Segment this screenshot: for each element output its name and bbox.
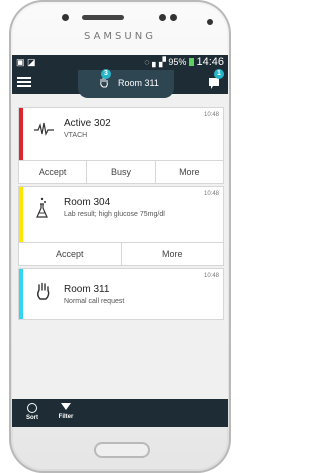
earpiece [82, 15, 124, 20]
filter-label: Filter [58, 414, 74, 420]
accept-button[interactable]: Accept [19, 243, 122, 265]
more-button[interactable]: More [122, 243, 224, 265]
priority-stripe [19, 187, 23, 242]
alert-subtitle: Lab result; high glucose 75mg/dl [64, 211, 165, 218]
clock-icon [27, 403, 37, 413]
battery-icon [188, 58, 194, 66]
brand-logo: SAMSUNG [84, 31, 156, 42]
filter-button[interactable]: Filter [54, 403, 78, 420]
priority-stripe [19, 269, 23, 319]
priority-stripe [19, 108, 23, 160]
status-bar: ▣ ◪ ◌ ▖▞ 95% 14:46 [12, 55, 228, 70]
wifi-icon: ◌ [144, 57, 150, 67]
busy-button[interactable]: Busy [87, 161, 156, 183]
alert-card-active-302[interactable]: 10:48 Active 302 VTACH Accept Busy More [18, 107, 224, 184]
sensor-icon [159, 14, 166, 21]
alert-actions: Accept More [19, 242, 223, 265]
accept-button[interactable]: Accept [19, 161, 88, 183]
signal-icon: ▖▞ [152, 57, 166, 67]
alert-time: 10:48 [203, 112, 219, 118]
alert-title: Active 302 [64, 118, 111, 129]
alert-actions: Accept Busy More [19, 160, 223, 183]
chat-badge: 1 [214, 69, 224, 79]
battery-percent: 95% [168, 57, 187, 67]
home-button[interactable] [94, 442, 150, 458]
more-button[interactable]: More [156, 161, 223, 183]
front-camera-icon [62, 14, 69, 21]
lab-flask-icon [34, 197, 50, 224]
alert-card-room-311[interactable]: 10:48 Room 311 Normal call request [18, 268, 224, 320]
tab-count-badge: 3 [101, 69, 111, 79]
hamburger-menu-icon[interactable] [17, 77, 31, 87]
alert-time: 10:48 [203, 191, 219, 197]
alert-title: Room 311 [64, 284, 110, 295]
clock: 14:46 [196, 56, 224, 68]
sensor-icon-2 [170, 14, 177, 21]
light-sensor-icon [207, 19, 213, 25]
current-room-tab[interactable]: Room 311 [78, 70, 174, 98]
status-icons-left: ▣ ◪ [16, 57, 36, 67]
alert-time: 10:48 [203, 273, 219, 279]
alert-title: Room 304 [64, 197, 111, 208]
bottom-toolbar: Sort Filter [12, 399, 228, 427]
alert-subtitle: VTACH [64, 132, 88, 139]
app-screen: ▣ ◪ ◌ ▖▞ 95% 14:46 Room 311 3 1 10:48 Ac… [12, 55, 228, 427]
sort-button[interactable]: Sort [20, 403, 44, 421]
alert-subtitle: Normal call request [64, 298, 125, 305]
status-right: ◌ ▖▞ 95% 14:46 [144, 56, 224, 68]
hand-icon [34, 281, 52, 306]
sort-label: Sort [26, 415, 38, 421]
filter-icon [61, 403, 71, 410]
current-room-label: Room 311 [118, 78, 159, 88]
ecg-waveform-icon [34, 121, 54, 142]
alert-card-room-304[interactable]: 10:48 Room 304 Lab result; high glucose … [18, 186, 224, 266]
